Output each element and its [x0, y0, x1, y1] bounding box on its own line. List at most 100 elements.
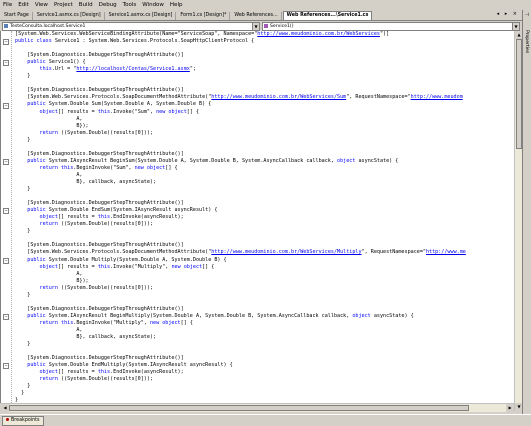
menu-item-window[interactable]: Window [139, 0, 167, 10]
code-line[interactable]: [System.Diagnostics.DebuggerStepThroughA… [15, 355, 514, 362]
code-line[interactable]: public System.IAsyncResult BeginMultiply… [15, 313, 514, 320]
code-line[interactable]: } [15, 137, 514, 144]
code-line[interactable]: } [15, 383, 514, 390]
code-url-link[interactable]: http://www.meudom [411, 94, 463, 100]
code-line[interactable]: object[] results = this.Invoke("Sum", ne… [15, 109, 514, 116]
code-url-link[interactable]: http://localhost/Contas/Service1.asmx [76, 66, 189, 72]
code-line[interactable]: A, [15, 116, 514, 123]
code-token: [System.Web.Services.WebServiceBindingAt… [15, 31, 258, 37]
code-token: ", RequestNamespace=" [361, 249, 426, 256]
code-line[interactable]: } [15, 390, 514, 397]
menu-item-edit[interactable]: Edit [15, 0, 32, 10]
horizontal-scroll-thumb[interactable] [9, 405, 469, 411]
code-line[interactable]: public System.Double Sum(System.Double A… [15, 101, 514, 108]
code-keyword: object [352, 312, 371, 319]
code-line[interactable] [15, 348, 514, 355]
code-line[interactable] [15, 80, 514, 87]
code-line[interactable] [15, 235, 514, 242]
tab-scroll-close-controls[interactable]: ◂ ▸ × [497, 11, 519, 17]
code-line[interactable] [15, 45, 514, 52]
chevron-down-icon[interactable]: ▼ [252, 23, 259, 30]
code-line[interactable]: } [15, 341, 514, 348]
code-line[interactable]: B}); [15, 123, 514, 130]
code-line[interactable]: return this.BeginInvoke("Multiply", new … [15, 320, 514, 327]
menu-item-tools[interactable]: Tools [120, 0, 140, 10]
menu-item-help[interactable]: Help [167, 0, 186, 10]
code-line[interactable]: this.Url = "http://localhost/Contas/Serv… [15, 66, 514, 73]
class-dropdown[interactable]: TesteConsulta.localhost.Service1 ▼ [2, 22, 260, 31]
code-line[interactable] [15, 299, 514, 306]
pin-icon[interactable]: ⊣ [524, 12, 530, 18]
code-line[interactable]: [System.Diagnostics.DebuggerStepThroughA… [15, 242, 514, 249]
code-line[interactable]: [System.Diagnostics.DebuggerStepThroughA… [15, 200, 514, 207]
code-line[interactable]: } [15, 186, 514, 193]
code-line[interactable]: return ((System.Double)(results[0])); [15, 285, 514, 292]
code-line[interactable]: object[] results = this.EndInvoke(asyncR… [15, 369, 514, 376]
menu-item-file[interactable]: File [0, 0, 15, 10]
document-tab[interactable]: Service1.asmx.cs [Design] [34, 12, 105, 20]
code-line[interactable]: public System.IAsyncResult BeginSum(Syst… [15, 158, 514, 165]
code-line[interactable]: return ((System.Double)(results[0])); [15, 376, 514, 383]
code-line[interactable]: public System.Double EndSum(System.IAsyn… [15, 207, 514, 214]
menu-item-build[interactable]: Build [76, 0, 96, 10]
code-line[interactable]: object[] results = this.Invoke("Multiply… [15, 264, 514, 271]
scroll-right-arrow-icon[interactable]: ▶ [506, 404, 514, 412]
code-line[interactable]: A, [15, 271, 514, 278]
code-keyword: object [15, 369, 58, 376]
code-line[interactable]: A, [15, 327, 514, 334]
collapse-region-icon[interactable]: − [3, 39, 9, 46]
code-line[interactable]: B}, callback, asyncState); [15, 334, 514, 341]
code-url-link[interactable]: http://www.meudominio.com.br/WebServices… [211, 94, 346, 100]
code-line[interactable]: return ((System.Double)(results[0])); [15, 130, 514, 137]
properties-tab-label[interactable]: Properties [524, 30, 529, 53]
code-line[interactable]: [System.Web.Services.Protocols.SoapDocum… [15, 249, 514, 256]
menu-item-view[interactable]: View [32, 0, 51, 10]
code-line[interactable]: return this.BeginInvoke("Sum", new objec… [15, 165, 514, 172]
collapse-region-icon[interactable]: − [3, 208, 9, 215]
code-line[interactable]: public System.Double EndMultiply(System.… [15, 362, 514, 369]
scroll-left-arrow-icon[interactable]: ◀ [1, 404, 9, 412]
document-tab[interactable]: Form1.cs [Design]* [177, 12, 231, 20]
chevron-down-icon[interactable]: ▼ [512, 23, 519, 30]
document-tab[interactable]: Web References...\Service1.cs [282, 11, 373, 20]
collapse-region-icon[interactable]: − [3, 158, 9, 165]
menu-item-project[interactable]: Project [51, 0, 76, 10]
code-line[interactable]: public class Service1 : System.Web.Servi… [15, 38, 514, 45]
code-line[interactable]: } [15, 292, 514, 299]
document-tab[interactable]: Web References... [231, 12, 282, 20]
properties-side-panel[interactable]: ⊣ Properties [522, 10, 531, 415]
code-line[interactable]: public System.Double Multiply(System.Dou… [15, 257, 514, 264]
code-line[interactable]: [System.Diagnostics.DebuggerStepThroughA… [15, 52, 514, 59]
code-url-link[interactable]: http://www.me [426, 249, 466, 255]
collapse-region-icon[interactable]: − [3, 363, 9, 370]
code-line[interactable]: [System.Diagnostics.DebuggerStepThroughA… [15, 306, 514, 313]
code-line[interactable]: } [15, 73, 514, 80]
code-url-link[interactable]: http://www.meudominio.com.br/WebServices… [211, 249, 361, 255]
horizontal-scrollbar[interactable]: ◀ ▶ [1, 403, 514, 412]
collapse-region-icon[interactable]: − [3, 314, 9, 320]
code-line[interactable]: return ((System.Double)(results[0])); [15, 221, 514, 228]
code-line[interactable]: object[] results = this.EndInvoke(asyncR… [15, 214, 514, 221]
code-line[interactable] [15, 193, 514, 200]
code-line[interactable] [15, 144, 514, 151]
document-tab[interactable]: Start Page [1, 12, 33, 20]
code-line[interactable]: public Service1() { [15, 59, 514, 66]
code-text[interactable]: [System.Web.Services.WebServiceBindingAt… [15, 31, 514, 403]
code-line[interactable]: B}); [15, 278, 514, 285]
code-line[interactable]: A, [15, 172, 514, 179]
collapse-region-icon[interactable]: − [3, 102, 9, 109]
code-line[interactable]: [System.Diagnostics.DebuggerStepThroughA… [15, 151, 514, 158]
document-tab[interactable]: Service1.asmx.cs [Design] [106, 12, 177, 20]
code-url-link[interactable]: http://www.meudominio.com.br/WebServices [257, 31, 380, 37]
menu-item-debug[interactable]: Debug [96, 0, 120, 10]
member-dropdown[interactable]: Service1() ▼ [262, 22, 520, 31]
code-line[interactable]: [System.Web.Services.Protocols.SoapDocum… [15, 94, 514, 101]
code-line[interactable]: [System.Web.Services.WebServiceBindingAt… [15, 31, 514, 38]
code-line[interactable]: [System.Diagnostics.DebuggerStepThroughA… [15, 87, 514, 94]
code-editor[interactable]: − − − − − − − − [System.Web.Services.WebService… [0, 31, 514, 403]
collapse-region-icon[interactable]: − [3, 257, 9, 264]
code-token: } [15, 291, 31, 298]
collapse-region-icon[interactable]: − [3, 60, 9, 67]
code-line[interactable]: B}, callback, asyncState); [15, 179, 514, 186]
code-line[interactable]: } [15, 228, 514, 235]
